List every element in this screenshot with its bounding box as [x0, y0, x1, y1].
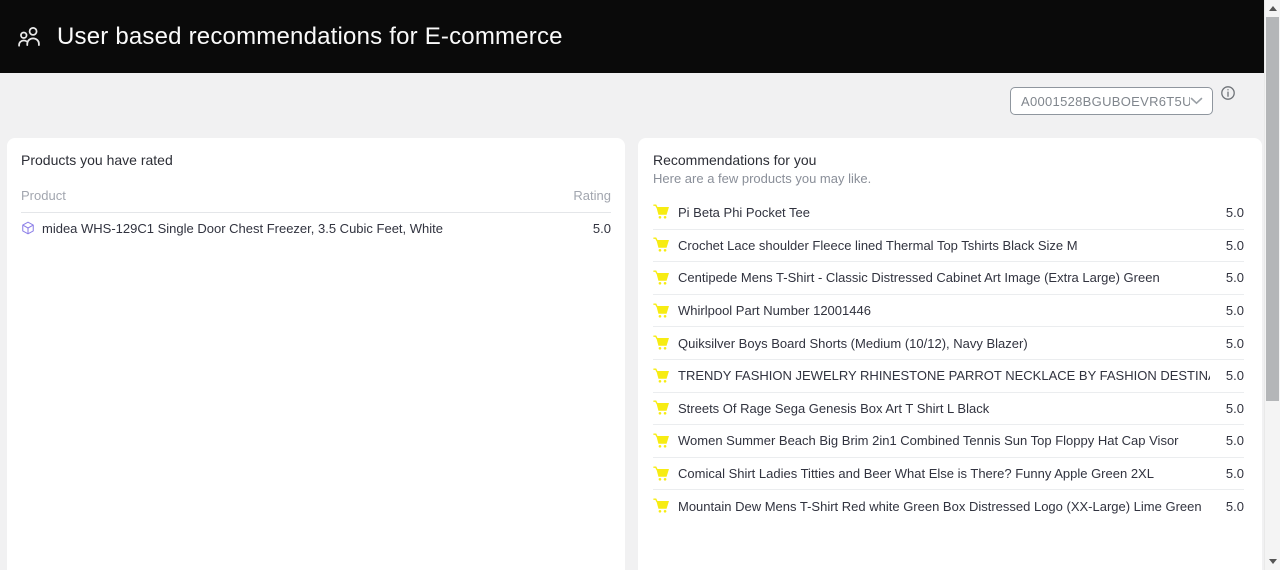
cart-icon	[653, 433, 670, 449]
rated-product-name: midea WHS-129C1 Single Door Chest Freeze…	[42, 221, 577, 236]
app-header: User based recommendations for E-commerc…	[0, 0, 1264, 73]
recommendations-panel: Recommendations for you Here are a few p…	[638, 138, 1262, 570]
recommended-product-name: Quiksilver Boys Board Shorts (Medium (10…	[678, 336, 1210, 351]
scrollbar-thumb[interactable]	[1266, 17, 1279, 401]
cart-icon	[653, 498, 670, 514]
recommended-product-rating: 5.0	[1210, 401, 1244, 416]
recommended-product-rating: 5.0	[1210, 433, 1244, 448]
app: User based recommendations for E-commerc…	[0, 0, 1280, 570]
info-icon[interactable]	[1220, 85, 1236, 101]
recommended-product-rating: 5.0	[1210, 368, 1244, 383]
recommendations-title: Recommendations for you	[653, 152, 1244, 169]
cart-icon	[653, 368, 670, 384]
cart-icon	[653, 237, 670, 253]
scroll-up-arrow-icon[interactable]	[1269, 6, 1277, 11]
recommended-product-name: Comical Shirt Ladies Titties and Beer Wh…	[678, 466, 1210, 481]
recommended-product-rating: 5.0	[1210, 238, 1244, 253]
list-item: Crochet Lace shoulder Fleece lined Therm…	[653, 229, 1244, 262]
scrollbar[interactable]	[1264, 0, 1280, 570]
rated-panel: Products you have rated Product Rating m…	[7, 138, 625, 570]
column-rating: Rating	[573, 188, 611, 203]
recommendations-subtitle: Here are a few products you may like.	[653, 171, 1244, 186]
list-item: Whirlpool Part Number 12001446 5.0	[653, 294, 1244, 327]
recommendations-list: Pi Beta Phi Pocket Tee 5.0 Crochet Lace …	[653, 196, 1244, 522]
cart-icon	[653, 270, 670, 286]
recommended-product-name: Streets Of Rage Sega Genesis Box Art T S…	[678, 401, 1210, 416]
column-product: Product	[21, 188, 66, 203]
rated-product-rating: 5.0	[577, 221, 611, 236]
user-id-value: A0001528BGUBOEVR6T5U	[1021, 94, 1190, 109]
list-item: Quiksilver Boys Board Shorts (Medium (10…	[653, 326, 1244, 359]
recommended-product-name: Crochet Lace shoulder Fleece lined Therm…	[678, 238, 1210, 253]
recommended-product-name: Women Summer Beach Big Brim 2in1 Combine…	[678, 433, 1210, 448]
cart-icon	[653, 303, 670, 319]
recommended-product-rating: 5.0	[1210, 270, 1244, 285]
recommended-product-rating: 5.0	[1210, 466, 1244, 481]
recommended-product-rating: 5.0	[1210, 303, 1244, 318]
list-item: Streets Of Rage Sega Genesis Box Art T S…	[653, 392, 1244, 425]
recommended-product-name: Pi Beta Phi Pocket Tee	[678, 205, 1210, 220]
list-item: Women Summer Beach Big Brim 2in1 Combine…	[653, 424, 1244, 457]
list-item: Centipede Mens T-Shirt - Classic Distres…	[653, 261, 1244, 294]
recommended-product-name: TRENDY FASHION JEWELRY RHINESTONE PARROT…	[678, 368, 1210, 383]
scroll-down-arrow-icon[interactable]	[1269, 559, 1277, 564]
list-item: TRENDY FASHION JEWELRY RHINESTONE PARROT…	[653, 359, 1244, 392]
user-id-select[interactable]: A0001528BGUBOEVR6T5U	[1010, 87, 1213, 115]
list-item: Comical Shirt Ladies Titties and Beer Wh…	[653, 457, 1244, 490]
recommended-product-name: Whirlpool Part Number 12001446	[678, 303, 1210, 318]
recommended-product-rating: 5.0	[1210, 499, 1244, 514]
cart-icon	[653, 466, 670, 482]
cart-icon	[653, 204, 670, 220]
list-item: Mountain Dew Mens T-Shirt Red white Gree…	[653, 489, 1244, 522]
cart-icon	[653, 335, 670, 351]
recommended-product-rating: 5.0	[1210, 336, 1244, 351]
cart-icon	[653, 400, 670, 416]
recommended-product-name: Centipede Mens T-Shirt - Classic Distres…	[678, 270, 1210, 285]
table-row: midea WHS-129C1 Single Door Chest Freeze…	[21, 213, 611, 243]
recommended-product-rating: 5.0	[1210, 205, 1244, 220]
chevron-down-icon	[1190, 97, 1203, 105]
rated-table-header: Product Rating	[21, 188, 611, 213]
package-cube-icon	[21, 221, 35, 235]
rated-title: Products you have rated	[21, 152, 611, 169]
list-item: Pi Beta Phi Pocket Tee 5.0	[653, 196, 1244, 229]
users-icon	[15, 23, 43, 51]
page-title: User based recommendations for E-commerc…	[57, 23, 563, 51]
rated-table-body: midea WHS-129C1 Single Door Chest Freeze…	[21, 213, 611, 243]
recommended-product-name: Mountain Dew Mens T-Shirt Red white Gree…	[678, 499, 1210, 514]
